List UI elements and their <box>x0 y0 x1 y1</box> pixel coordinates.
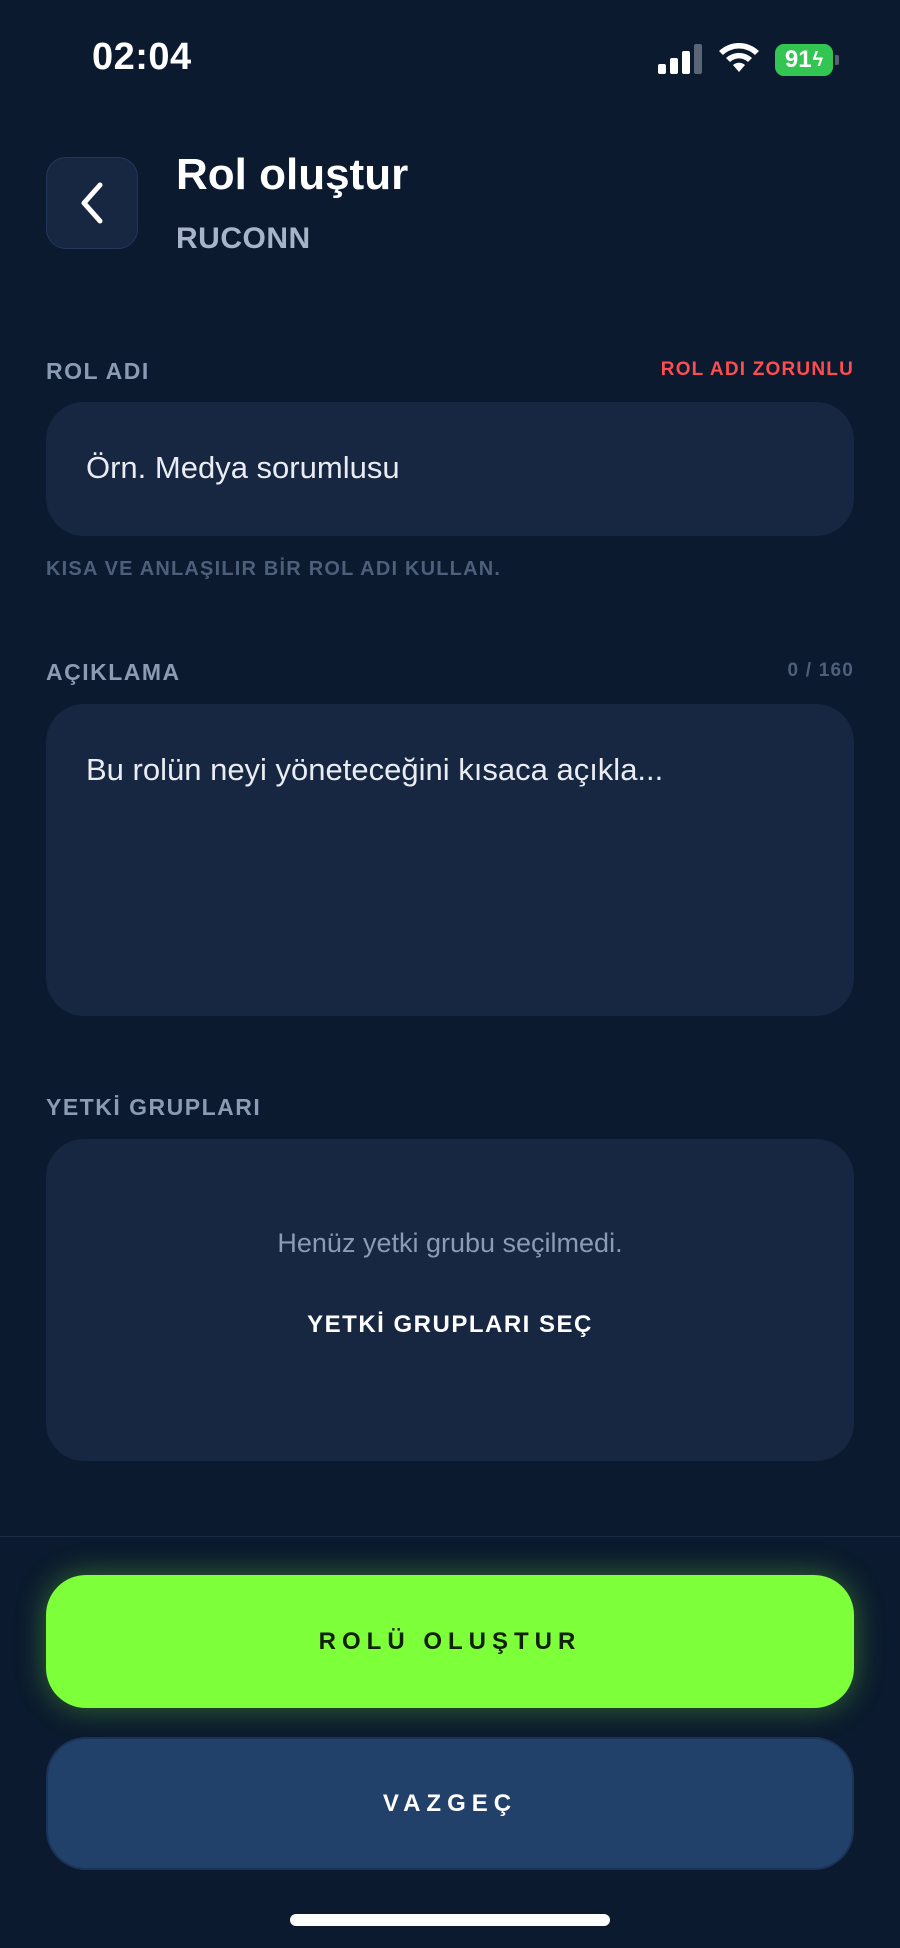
description-placeholder: Bu rolün neyi yöneteceğini kısaca açıkla… <box>86 752 664 787</box>
permission-groups-box: Henüz yetki grubu seçilmedi. YETKİ GRUPL… <box>46 1139 854 1461</box>
permission-groups-label: YETKİ GRUPLARI <box>46 1094 262 1120</box>
back-button[interactable] <box>46 157 138 249</box>
status-bar: 02:04 91 ϟ <box>0 0 900 120</box>
permission-groups-empty-text: Henüz yetki grubu seçilmedi. <box>277 1228 623 1258</box>
page-title: Rol oluştur <box>176 150 409 199</box>
role-name-placeholder: Örn. Medya sorumlusu <box>86 450 400 485</box>
role-name-error: ROL ADI ZORUNLU <box>660 359 854 380</box>
page-subtitle: RUCONN <box>176 222 311 255</box>
status-time: 02:04 <box>92 36 192 78</box>
role-name-label: ROL ADI <box>46 358 150 384</box>
charging-bolt-icon: ϟ <box>812 48 824 71</box>
home-indicator <box>290 1914 610 1926</box>
bottom-divider <box>0 1536 900 1537</box>
cancel-button[interactable]: VAZGEÇ <box>46 1737 854 1870</box>
select-permission-groups-button[interactable]: YETKİ GRUPLARI SEÇ <box>300 1305 600 1345</box>
chevron-left-icon <box>81 182 103 224</box>
description-field[interactable]: Bu rolün neyi yöneteceğini kısaca açıkla… <box>46 704 854 1016</box>
role-name-hint: KISA VE ANLAŞILIR BİR ROL ADI KULLAN. <box>46 558 502 580</box>
create-role-button[interactable]: ROLÜ OLUŞTUR <box>46 1575 854 1708</box>
battery-charging-icon: 91 ϟ <box>775 44 839 76</box>
cancel-label: VAZGEÇ <box>382 1789 518 1817</box>
description-counter: 0 / 160 <box>787 660 854 681</box>
description-label: AÇIKLAMA <box>46 659 181 685</box>
cellular-signal-icon <box>658 44 702 74</box>
create-role-label: ROLÜ OLUŞTUR <box>318 1627 582 1655</box>
role-name-field[interactable]: Örn. Medya sorumlusu <box>46 402 854 536</box>
battery-level: 91 <box>784 46 812 73</box>
wifi-icon <box>719 43 759 72</box>
